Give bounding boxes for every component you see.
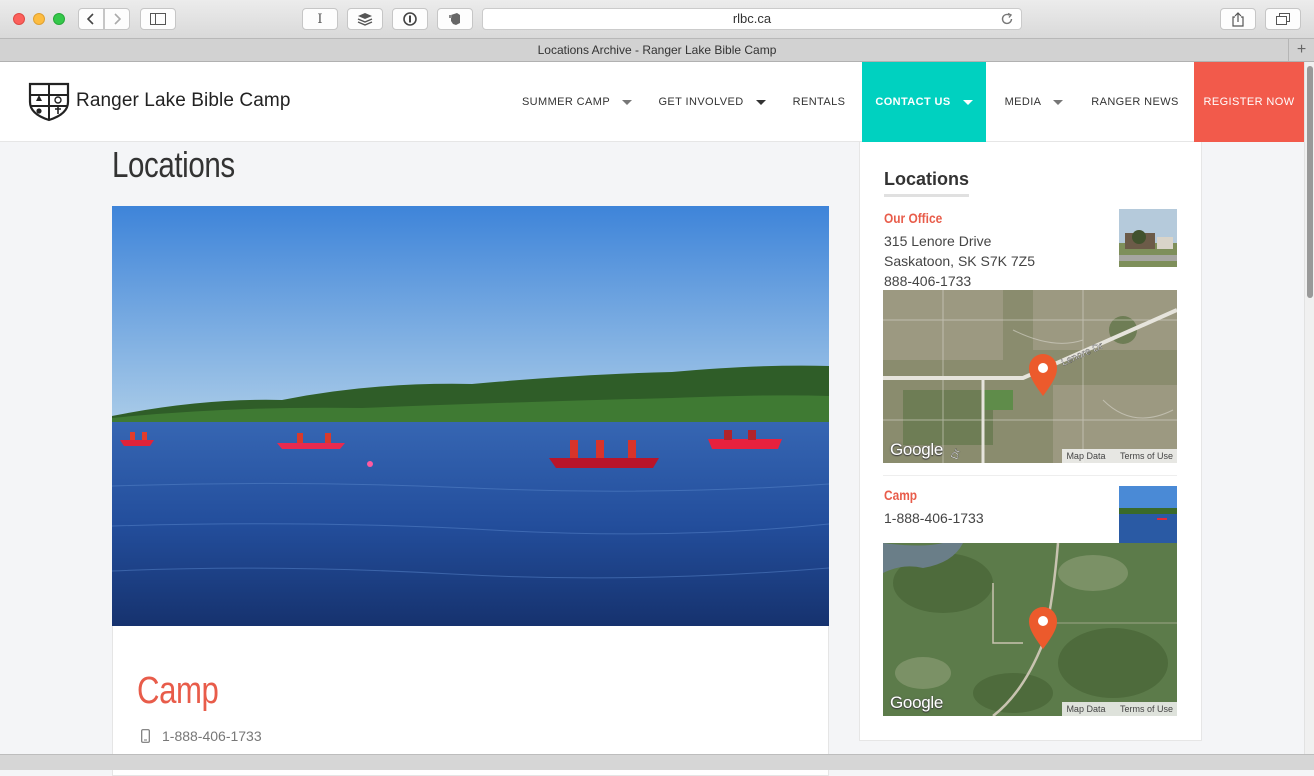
nav-contact-us[interactable]: CONTACT US	[862, 62, 986, 142]
google-logo: Google	[890, 440, 944, 459]
text-cursor-icon: I	[317, 11, 323, 27]
layers-extension-button[interactable]	[347, 8, 383, 30]
locations-sidebar: Locations Our Office 315 Lenore Drive Sa…	[859, 142, 1202, 741]
location-name-camp[interactable]: Camp	[884, 487, 917, 503]
divider	[883, 475, 1177, 476]
google-logo: Google	[890, 693, 944, 712]
caret-down-icon	[1053, 99, 1064, 105]
nav-label: REGISTER NOW	[1203, 96, 1295, 108]
mobile-phone-icon	[141, 729, 150, 743]
office-phone[interactable]: 888-406-1733	[884, 273, 971, 289]
active-tab-title[interactable]: Locations Archive - Ranger Lake Bible Ca…	[538, 43, 777, 57]
minimize-window-button[interactable]	[33, 13, 45, 25]
camp-map[interactable]: Google Map Data Terms of Use	[883, 543, 1177, 716]
scrollbar-thumb[interactable]	[1307, 66, 1313, 298]
site-logo[interactable]: Ranger Lake Bible Camp	[28, 80, 290, 122]
office-map[interactable]: Lenore Dr Dr Google Map Data Terms of Us…	[883, 290, 1177, 463]
office-address-line1: 315 Lenore Drive	[884, 233, 992, 249]
register-now-button[interactable]: REGISTER NOW	[1194, 62, 1304, 142]
nav-summer-camp[interactable]: SUMMER CAMP	[506, 62, 648, 142]
caret-down-icon	[622, 99, 633, 105]
caret-down-icon	[755, 99, 766, 105]
zoom-window-button[interactable]	[53, 13, 65, 25]
chevron-right-icon	[114, 13, 121, 25]
new-tab-button[interactable]: +	[1288, 39, 1314, 61]
back-button[interactable]	[78, 8, 104, 30]
evernote-extension-button[interactable]	[437, 8, 473, 30]
url-text: rlbc.ca	[732, 11, 772, 26]
camp-phone[interactable]: 1-888-406-1733	[884, 510, 984, 526]
page-title: Locations	[112, 144, 235, 185]
layers-icon	[357, 13, 373, 26]
keyhole-icon	[403, 12, 417, 26]
location-name-office[interactable]: Our Office	[884, 210, 942, 226]
chevron-left-icon	[87, 13, 94, 25]
map-data-link[interactable]: Map Data	[1066, 451, 1105, 461]
nav-media[interactable]: MEDIA	[986, 62, 1082, 142]
reload-icon[interactable]	[1000, 12, 1014, 26]
nav-label: RANGER NEWS	[1091, 96, 1179, 108]
reader-extension-button[interactable]: I	[302, 8, 338, 30]
tab-bar: Locations Archive - Ranger Lake Bible Ca…	[0, 39, 1314, 62]
nav-label: GET INVOLVED	[658, 96, 744, 108]
site-header: Ranger Lake Bible Camp SUMMER CAMP GET I…	[0, 62, 1304, 142]
nav-label: MEDIA	[1004, 96, 1042, 108]
crest-icon	[28, 82, 70, 122]
page-scrollbar[interactable]	[1304, 62, 1314, 754]
sidebar-title: Locations	[884, 169, 970, 197]
elephant-icon	[449, 13, 460, 25]
share-icon	[1232, 11, 1244, 27]
camp-thumbnail[interactable]	[1119, 486, 1177, 544]
logo-text: Ranger Lake Bible Camp	[76, 90, 291, 111]
phone-number[interactable]: 1-888-406-1733	[162, 728, 262, 744]
tabs-icon	[1276, 13, 1290, 25]
nav-label: RENTALS	[792, 96, 846, 108]
browser-toolbar: I rlbc.ca	[0, 0, 1314, 39]
forward-button[interactable]	[104, 8, 130, 30]
nav-label: CONTACT US	[875, 96, 951, 108]
password-extension-button[interactable]	[392, 8, 428, 30]
share-button[interactable]	[1220, 8, 1256, 30]
nav-get-involved[interactable]: GET INVOLVED	[648, 62, 776, 142]
close-window-button[interactable]	[13, 13, 25, 25]
location-card-title[interactable]: Camp	[137, 670, 219, 713]
address-bar[interactable]: rlbc.ca	[482, 8, 1022, 30]
map-attribution[interactable]: Map Data Terms of Use	[1062, 702, 1177, 716]
nav-ranger-news[interactable]: RANGER NEWS	[1082, 62, 1188, 142]
map-data-link[interactable]: Map Data	[1066, 704, 1105, 714]
window-bottom-bar	[0, 754, 1314, 770]
terms-of-use-link[interactable]: Terms of Use	[1120, 451, 1173, 461]
sidebar-icon	[150, 13, 166, 25]
office-thumbnail[interactable]	[1119, 209, 1177, 267]
sidebar-toggle-button[interactable]	[140, 8, 176, 30]
office-address-line2: Saskatoon, SK S7K 7Z5	[884, 253, 1035, 269]
nav-label: SUMMER CAMP	[521, 96, 611, 108]
nav-rentals[interactable]: RENTALS	[776, 62, 862, 142]
tabs-overview-button[interactable]	[1265, 8, 1301, 30]
hero-lake-photo	[112, 206, 829, 626]
caret-down-icon	[962, 99, 973, 105]
map-attribution[interactable]: Map Data Terms of Use	[1062, 449, 1177, 463]
terms-of-use-link[interactable]: Terms of Use	[1120, 704, 1173, 714]
location-card-phone: 1-888-406-1733	[141, 728, 262, 744]
